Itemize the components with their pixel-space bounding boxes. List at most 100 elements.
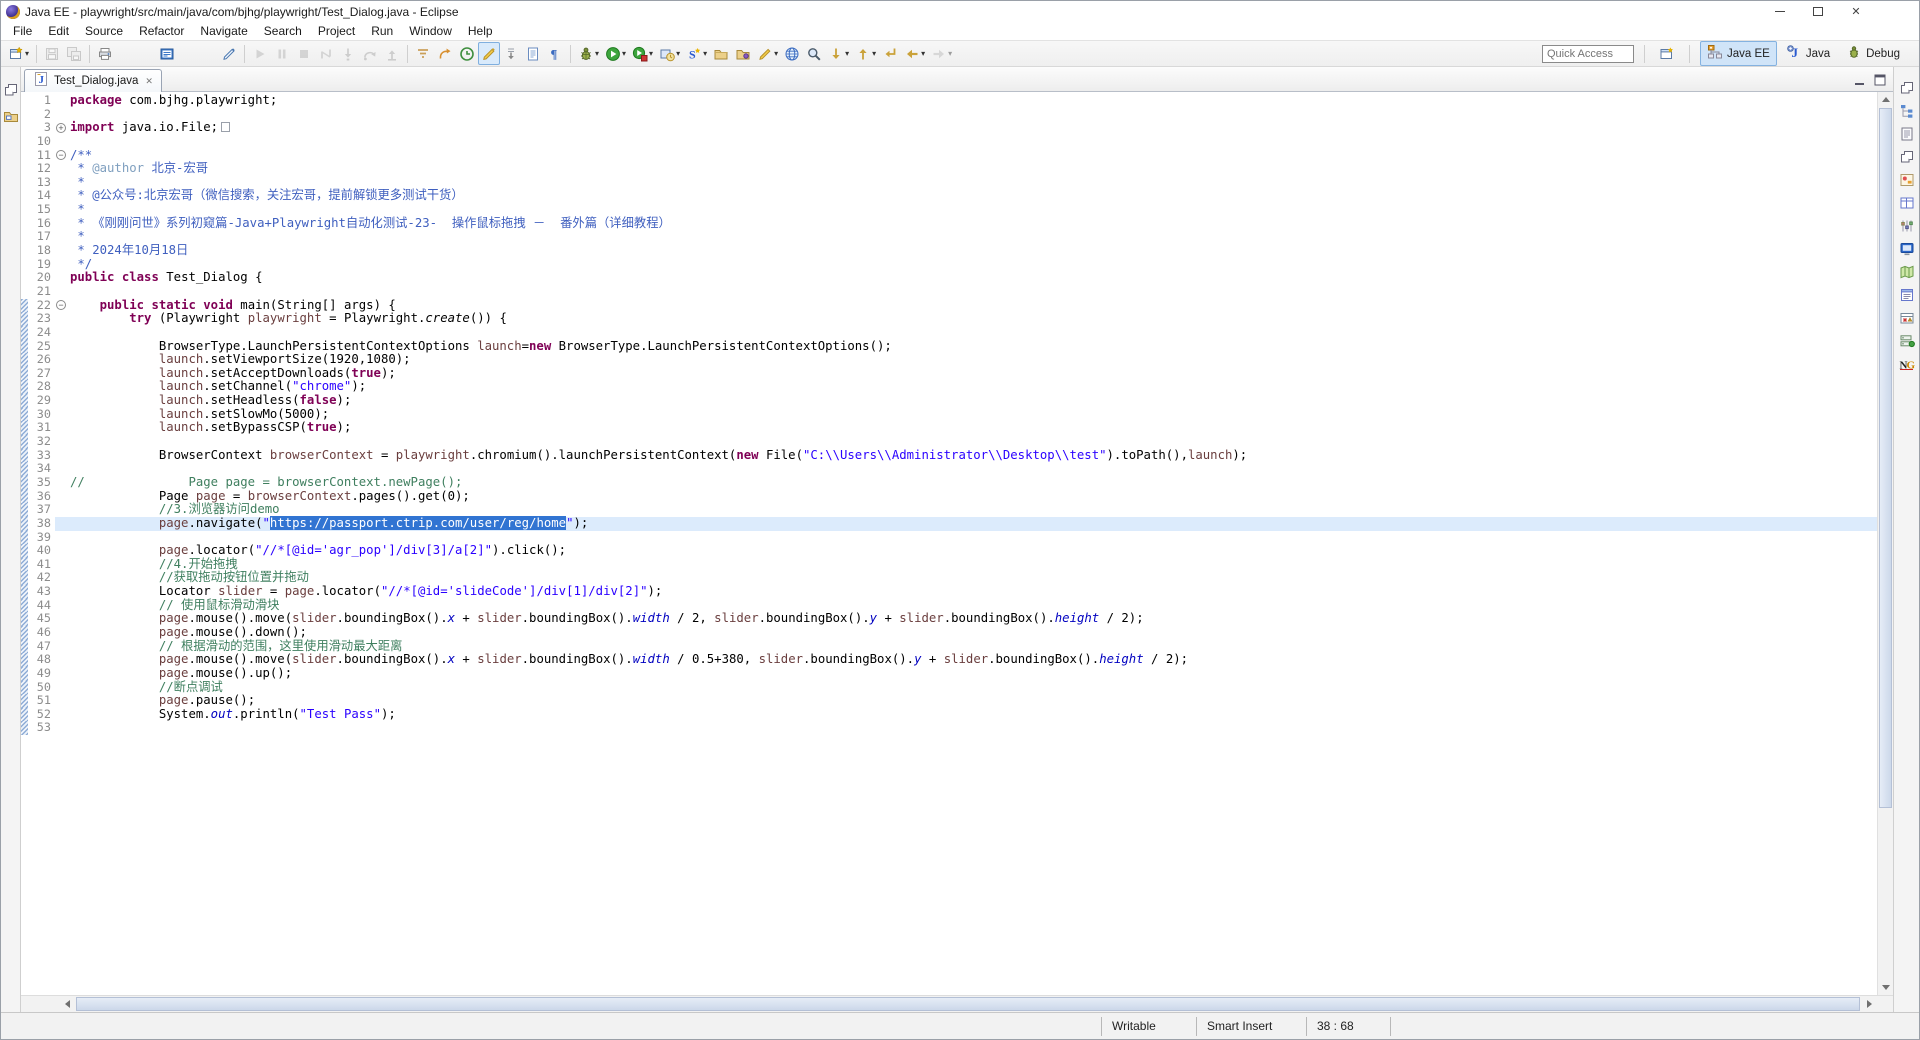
- task-list-button[interactable]: [1898, 127, 1916, 145]
- scroll-right-arrow[interactable]: [1861, 996, 1877, 1012]
- step-return-button[interactable]: [381, 42, 403, 65]
- scroll-up-arrow[interactable]: [1878, 92, 1893, 107]
- scroll-left-arrow[interactable]: [59, 996, 75, 1012]
- run-button[interactable]: ▾: [602, 42, 629, 65]
- dropdown-arrow-icon[interactable]: ▾: [25, 49, 29, 58]
- step-over-button[interactable]: [359, 42, 381, 65]
- package-explorer-button[interactable]: [2, 109, 20, 127]
- open-perspective-button[interactable]: [1655, 42, 1679, 65]
- new-servlet-button[interactable]: S▾: [683, 42, 710, 65]
- editor-zone: J Test_Dialog.java ✕ 1package com.bjhg.p…: [21, 67, 1893, 1012]
- run-history-button[interactable]: ▾: [656, 42, 683, 65]
- snippets-button[interactable]: [1898, 173, 1916, 191]
- bookmarks-button[interactable]: [1898, 288, 1916, 306]
- restore-view-button[interactable]: [1898, 81, 1916, 99]
- open-console-button[interactable]: [156, 42, 178, 65]
- menu-edit[interactable]: Edit: [40, 23, 77, 39]
- fold-collapse-icon[interactable]: −: [56, 150, 66, 160]
- next-annotation-button[interactable]: [500, 42, 522, 65]
- open-resource-button[interactable]: [732, 42, 754, 65]
- menu-navigate[interactable]: Navigate: [192, 23, 255, 39]
- restore-view-button[interactable]: [2, 83, 20, 101]
- use-step-filters-button[interactable]: [412, 42, 434, 65]
- forward-button[interactable]: ▾: [928, 42, 955, 65]
- vertical-scrollbar[interactable]: [1877, 92, 1893, 995]
- fold-collapse-icon[interactable]: −: [56, 300, 66, 310]
- palette-button[interactable]: [1898, 219, 1916, 237]
- dropdown-arrow-icon[interactable]: ▾: [921, 49, 925, 58]
- next-edit-button[interactable]: ▾: [825, 42, 852, 65]
- perspective-java-icon: J: [1786, 44, 1802, 63]
- open-web-browser-button[interactable]: [781, 42, 803, 65]
- console-button[interactable]: [1898, 242, 1916, 260]
- dropdown-arrow-icon[interactable]: ▾: [845, 49, 849, 58]
- scroll-down-arrow[interactable]: [1878, 980, 1893, 995]
- mark-occurrences-button[interactable]: [478, 42, 500, 65]
- coverage-button[interactable]: ▾: [629, 42, 656, 65]
- suspend-button[interactable]: [271, 42, 293, 65]
- menu-refactor[interactable]: Refactor: [131, 23, 192, 39]
- terminate-button[interactable]: [293, 42, 315, 65]
- menu-source[interactable]: Source: [77, 23, 131, 39]
- fold-expand-icon[interactable]: +: [56, 123, 66, 133]
- open-type-button[interactable]: [710, 42, 732, 65]
- show-source-button[interactable]: [522, 42, 544, 65]
- dropdown-arrow-icon[interactable]: ▾: [948, 49, 952, 58]
- maximize-editor-button[interactable]: [1871, 72, 1888, 88]
- back-button[interactable]: ▾: [901, 42, 928, 65]
- disconnect-button[interactable]: [315, 42, 337, 65]
- perspective-java-ee-button[interactable]: Java EE: [1700, 41, 1777, 66]
- run-last-launched-button[interactable]: [434, 42, 456, 65]
- problems-button[interactable]: [1898, 311, 1916, 329]
- perspective-java-button[interactable]: JJava: [1779, 41, 1837, 66]
- menu-help[interactable]: Help: [460, 23, 501, 39]
- close-button[interactable]: ✕: [1837, 2, 1875, 21]
- print-button[interactable]: [94, 42, 116, 65]
- dropdown-arrow-icon[interactable]: ▾: [676, 49, 680, 58]
- new-wizard-button[interactable]: ▾: [5, 42, 32, 65]
- quick-access-input[interactable]: [1542, 45, 1634, 63]
- outline-button[interactable]: [1898, 104, 1916, 122]
- change-indicator: [21, 599, 28, 613]
- perspective-debug-button[interactable]: Debug: [1839, 41, 1907, 66]
- resume-button[interactable]: [249, 42, 271, 65]
- last-edit-location-button[interactable]: [879, 42, 901, 65]
- show-whitespace-button[interactable]: ¶: [544, 42, 566, 65]
- horizontal-scrollbar[interactable]: [21, 995, 1893, 1012]
- step-into-button[interactable]: [337, 42, 359, 65]
- maximize-button[interactable]: [1799, 2, 1837, 21]
- menu-file[interactable]: File: [5, 23, 40, 39]
- properties-button[interactable]: [1898, 196, 1916, 214]
- minimize-button[interactable]: [1761, 2, 1799, 21]
- minimize-editor-button[interactable]: [1851, 72, 1868, 88]
- code-editor[interactable]: 1package com.bjhg.playwright;23+import j…: [21, 92, 1893, 995]
- testng-button[interactable]: NG: [1898, 357, 1916, 375]
- annotate-button[interactable]: ▾: [754, 42, 781, 65]
- menu-window[interactable]: Window: [401, 23, 460, 39]
- servers-button[interactable]: [1898, 334, 1916, 352]
- dropdown-arrow-icon[interactable]: ▾: [703, 49, 707, 58]
- coverage-last-button[interactable]: [456, 42, 478, 65]
- restore-view-2-button[interactable]: [1898, 150, 1916, 168]
- tab-close-icon[interactable]: ✕: [145, 76, 153, 87]
- clear-markers-button[interactable]: [218, 42, 240, 65]
- dropdown-arrow-icon[interactable]: ▾: [774, 49, 778, 58]
- menu-search[interactable]: Search: [256, 23, 310, 39]
- previous-edit-button[interactable]: ▾: [852, 42, 879, 65]
- horizontal-scroll-thumb[interactable]: [76, 997, 1860, 1011]
- vertical-scroll-thumb[interactable]: [1879, 108, 1892, 808]
- collapsed-region-box[interactable]: [221, 122, 230, 132]
- search-button[interactable]: [803, 42, 825, 65]
- debug-button[interactable]: ▾: [575, 42, 602, 65]
- menu-run[interactable]: Run: [363, 23, 401, 39]
- editor-tab[interactable]: J Test_Dialog.java ✕: [24, 69, 162, 92]
- dropdown-arrow-icon[interactable]: ▾: [622, 49, 626, 58]
- navigator-button[interactable]: [1898, 265, 1916, 283]
- menu-project[interactable]: Project: [310, 23, 363, 39]
- save-all-button[interactable]: [63, 42, 85, 65]
- dropdown-arrow-icon[interactable]: ▾: [872, 49, 876, 58]
- save-button[interactable]: [41, 42, 63, 65]
- line-number: 39: [28, 531, 55, 545]
- dropdown-arrow-icon[interactable]: ▾: [595, 49, 599, 58]
- dropdown-arrow-icon[interactable]: ▾: [649, 49, 653, 58]
